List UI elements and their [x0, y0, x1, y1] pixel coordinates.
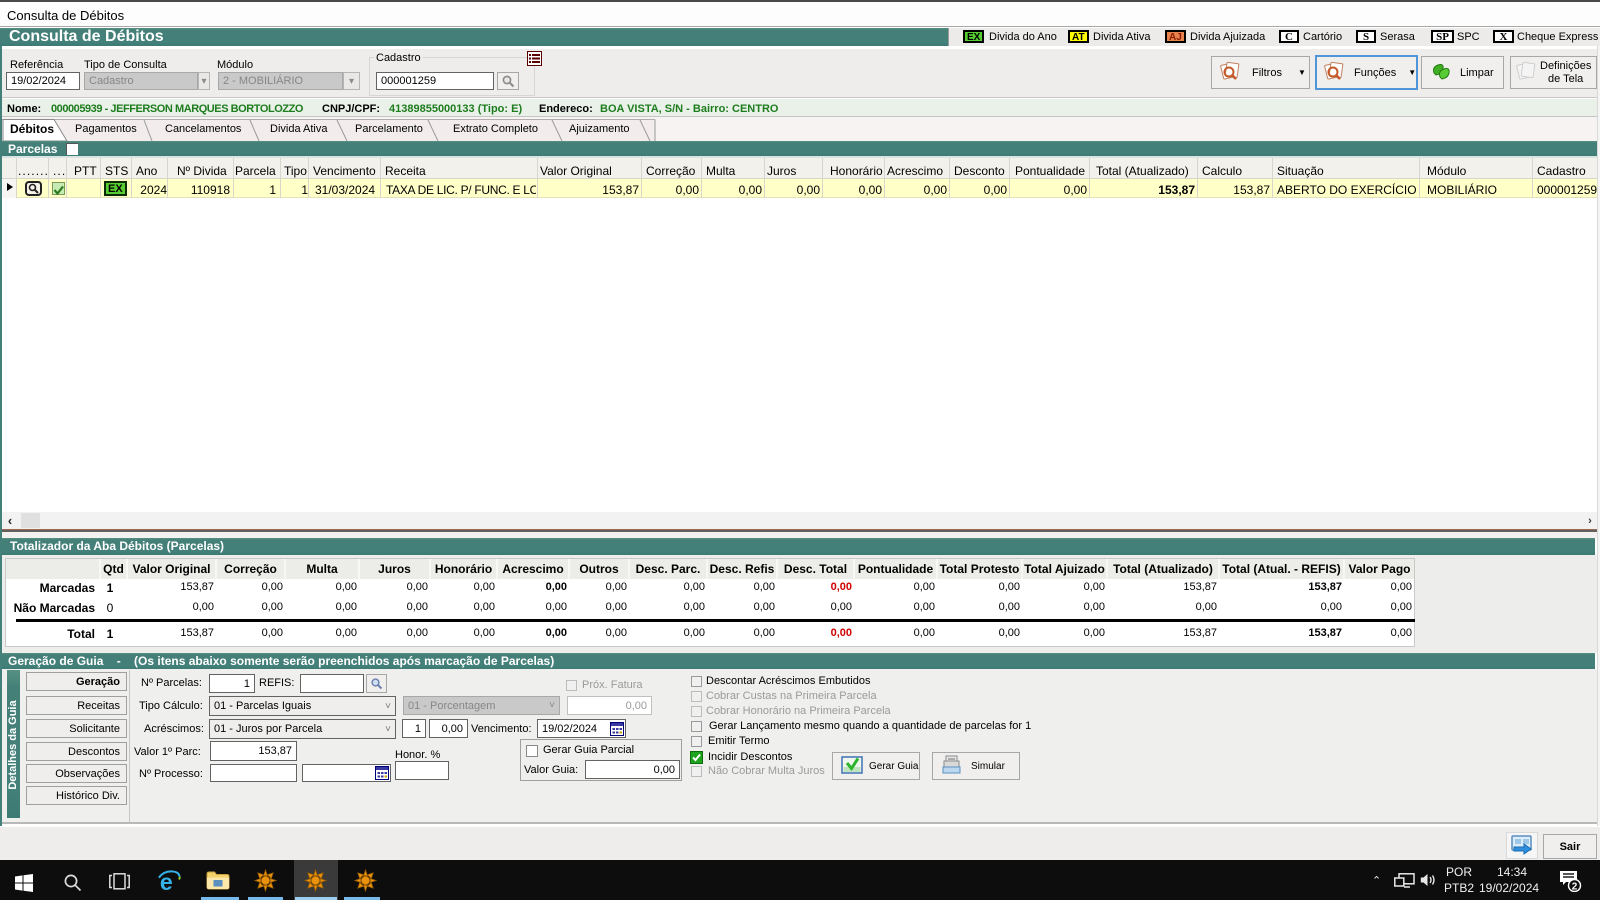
svg-text:2: 2: [1572, 882, 1578, 893]
